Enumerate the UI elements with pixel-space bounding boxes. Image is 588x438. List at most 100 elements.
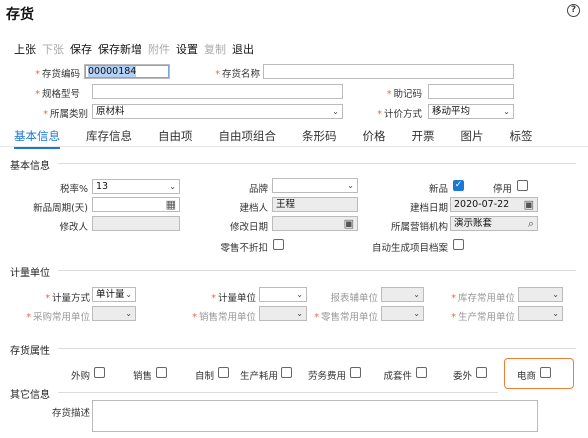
report-unit-select: ⌄ <box>381 287 424 302</box>
modify-date-label: 修改日期 <box>229 222 268 233</box>
attr-label-purchase: 外购 <box>70 371 90 382</box>
report-unit-label: 报表辅单位 <box>330 293 378 304</box>
attr-checkbox-outsource[interactable] <box>476 367 487 378</box>
attr-checkbox-kit[interactable] <box>416 367 427 378</box>
brand-select[interactable]: ⌄ <box>272 178 358 193</box>
calculator-icon[interactable]: ▦ <box>166 198 176 211</box>
chevron-down-icon: ⌄ <box>125 309 132 318</box>
org-label: 所属营销机构 <box>390 222 448 233</box>
purchase-common-label: * 采购常用单位 <box>26 312 90 323</box>
section-divider <box>58 270 576 271</box>
attr-label-labor: 劳务费用 <box>307 371 346 382</box>
help-icon[interactable]: ? <box>567 4 580 17</box>
attr-checkbox-selfmade[interactable] <box>218 367 229 378</box>
chevron-down-icon: ⌄ <box>552 309 559 318</box>
next-button[interactable]: 下张 <box>42 41 64 57</box>
cycle-field[interactable]: ▦ <box>92 197 180 212</box>
chevron-down-icon: ⌄ <box>125 290 132 299</box>
production-common-select: ⌄ <box>518 306 563 321</box>
org-field[interactable]: 演示账套 ⌕ <box>450 216 538 231</box>
calendar-icon[interactable]: ▣ <box>344 217 354 230</box>
section-divider <box>58 348 576 349</box>
create-date-label: 建档日期 <box>409 203 448 214</box>
attr-checkbox-labor[interactable] <box>350 367 361 378</box>
disabled-checkbox[interactable] <box>517 180 528 191</box>
section-divider <box>58 392 498 393</box>
section-attrs-title: 存货属性 <box>10 346 50 357</box>
no-discount-label: 零售不折扣 <box>220 243 268 254</box>
attr-label-outsource: 委外 <box>452 371 472 382</box>
auto-archive-checkbox[interactable] <box>453 239 464 250</box>
toolbar: 上张 下张 保存 保存新增 附件 设置 复制 退出 <box>14 41 260 57</box>
spec-field[interactable] <box>92 84 343 99</box>
chevron-down-icon: ⌄ <box>552 290 559 299</box>
calendar-icon[interactable]: ▣ <box>524 198 534 211</box>
chevron-down-icon: ⌄ <box>296 290 303 299</box>
stock-common-select: ⌄ <box>518 287 563 302</box>
modify-date-field: ▣ <box>272 216 358 231</box>
desc-textarea[interactable] <box>92 400 538 432</box>
pricing-select[interactable]: 移动平均 ⌄ <box>428 104 514 119</box>
section-basic-title: 基本信息 <box>10 161 50 172</box>
memo-label: * 助记码 <box>386 89 422 100</box>
code-label: * 存货编码 <box>35 69 80 80</box>
pricing-label: * 计价方式 <box>377 109 422 120</box>
tax-label: 税率% <box>59 184 88 195</box>
new-label: 新品 <box>428 184 448 195</box>
chevron-down-icon: ⌄ <box>413 290 420 299</box>
method-select[interactable]: 单计量 ⌄ <box>92 287 136 302</box>
cycle-label: 新品周期(天) <box>33 203 88 214</box>
search-icon[interactable]: ⌕ <box>528 217 534 230</box>
chevron-down-icon: ⌄ <box>347 181 354 190</box>
attr-label-kit: 成套件 <box>383 371 412 382</box>
category-label: * 所属类别 <box>43 109 88 120</box>
retail-common-select: ⌄ <box>381 306 424 321</box>
code-field[interactable]: 00000184 <box>84 64 170 79</box>
prev-button[interactable]: 上张 <box>14 41 36 57</box>
modifier-field <box>92 216 180 231</box>
ecommerce-highlight-box <box>504 358 574 389</box>
spec-label: * 规格型号 <box>35 89 80 100</box>
attr-label-sales: 销售 <box>132 371 152 382</box>
purchase-common-select: ⌄ <box>92 306 136 321</box>
attr-checkbox-production[interactable] <box>281 367 292 378</box>
stock-common-label: * 库存常用单位 <box>451 293 515 304</box>
no-discount-checkbox[interactable] <box>273 239 284 250</box>
method-label: * 计量方式 <box>45 293 90 304</box>
tax-select[interactable]: 13 ⌄ <box>92 179 180 194</box>
section-divider <box>58 163 576 164</box>
chevron-down-icon: ⌄ <box>413 309 420 318</box>
exit-button[interactable]: 退出 <box>232 41 254 57</box>
unit-label: * 计量单位 <box>211 293 256 304</box>
sales-common-label: * 销售常用单位 <box>192 312 256 323</box>
section-other-title: 其它信息 <box>10 390 50 401</box>
settings-button[interactable]: 设置 <box>176 41 198 57</box>
category-select[interactable]: 原材料 ⌄ <box>92 104 343 119</box>
brand-label: 品牌 <box>248 184 268 195</box>
memo-field[interactable] <box>428 84 514 99</box>
new-checkbox[interactable]: ✓ <box>453 180 464 191</box>
attr-checkbox-sales[interactable] <box>156 367 167 378</box>
page-title: 存货 <box>6 7 34 23</box>
unit-select[interactable]: ⌄ <box>259 287 307 302</box>
attr-label-selfmade: 自制 <box>194 371 214 382</box>
attr-label-production: 生产耗用 <box>239 371 278 382</box>
retail-common-label: * 零售常用单位 <box>314 312 378 323</box>
modifier-label: 修改人 <box>59 222 88 233</box>
chevron-down-icon: ⌄ <box>169 182 176 191</box>
desc-label: 存货描述 <box>51 408 90 419</box>
section-units-title: 计量单位 <box>10 268 50 279</box>
chevron-down-icon: ⌄ <box>332 107 339 116</box>
save-new-button[interactable]: 保存新增 <box>98 41 142 57</box>
production-common-label: * 生产常用单位 <box>451 312 515 323</box>
creator-field: 王程 <box>272 197 358 212</box>
save-button[interactable]: 保存 <box>70 41 92 57</box>
name-label: * 存货名称 <box>215 69 260 80</box>
attr-checkbox-purchase[interactable] <box>94 367 105 378</box>
create-date-field: 2020-07-22 ▣ <box>450 197 538 212</box>
auto-archive-label: 自动生成项目档案 <box>371 243 448 254</box>
copy-button[interactable]: 复制 <box>204 41 226 57</box>
disabled-label: 停用 <box>492 184 512 195</box>
name-field[interactable] <box>263 64 514 79</box>
attachment-button[interactable]: 附件 <box>148 41 170 57</box>
